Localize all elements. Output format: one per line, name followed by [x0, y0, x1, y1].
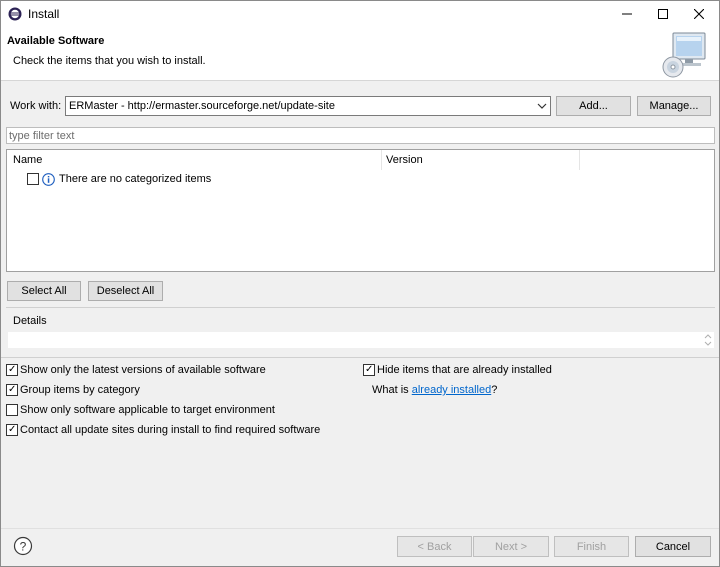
latest-versions-label: Show only the latest versions of availab…	[20, 364, 266, 376]
title-bar: Install	[1, 1, 719, 27]
contact-sites-label: Contact all update sites during install …	[20, 424, 321, 436]
checkmark-icon: ✓	[8, 424, 17, 435]
filter-input[interactable]: type filter text	[6, 127, 715, 144]
group-by-category-checkbox[interactable]: ✓	[6, 384, 18, 396]
details-group: Details	[6, 307, 715, 357]
checkmark-icon: ✓	[365, 364, 374, 375]
already-installed-link[interactable]: already installed	[412, 384, 492, 396]
checkmark-icon: ✓	[8, 384, 17, 395]
latest-versions-checkbox[interactable]: ✓	[6, 364, 18, 376]
target-env-label: Show only software applicable to target …	[20, 404, 275, 416]
tree-row-label: There are no categorized items	[59, 173, 212, 185]
column-header-version[interactable]: Version	[386, 154, 423, 166]
what-is-prefix: What is	[372, 384, 412, 396]
wizard-header: Available Software Check the items that …	[1, 27, 719, 81]
hide-installed-checkbox[interactable]: ✓	[363, 364, 375, 376]
details-text-area[interactable]	[8, 332, 714, 348]
add-site-button[interactable]: Add...	[556, 96, 631, 116]
maximize-button[interactable]	[645, 1, 681, 27]
next-button[interactable]: Next >	[473, 536, 549, 557]
scroll-arrows-icon	[704, 334, 712, 346]
column-header-name[interactable]: Name	[13, 154, 42, 166]
column-divider	[579, 150, 580, 170]
group-by-category-label: Group items by category	[20, 384, 140, 396]
minimize-button[interactable]	[609, 1, 645, 27]
select-all-button[interactable]: Select All	[7, 281, 81, 301]
target-env-option[interactable]: Show only software applicable to target …	[6, 404, 275, 416]
minimize-icon	[622, 13, 632, 15]
what-is-installed: What is already installed?	[372, 384, 497, 396]
details-label: Details	[13, 315, 47, 327]
work-with-value: ERMaster - http://ermaster.sourceforge.n…	[69, 100, 335, 112]
contact-sites-option[interactable]: ✓ Contact all update sites during instal…	[6, 424, 320, 436]
page-description: Check the items that you wish to install…	[13, 55, 206, 67]
checkmark-icon: ✓	[8, 364, 17, 375]
target-env-checkbox[interactable]	[6, 404, 18, 416]
software-tree[interactable]: Name Version There are no categorized it…	[6, 149, 715, 272]
hide-installed-label: Hide items that are already installed	[377, 364, 552, 376]
deselect-all-button[interactable]: Deselect All	[88, 281, 163, 301]
tree-row[interactable]: There are no categorized items	[27, 171, 211, 187]
help-icon[interactable]: ?	[13, 536, 33, 556]
footer-divider	[1, 528, 719, 529]
back-button[interactable]: < Back	[397, 536, 472, 557]
tree-row-checkbox[interactable]	[27, 173, 39, 185]
contact-sites-checkbox[interactable]: ✓	[6, 424, 18, 436]
info-icon	[42, 172, 55, 186]
svg-text:?: ?	[20, 540, 27, 554]
finish-button[interactable]: Finish	[554, 536, 629, 557]
latest-versions-option[interactable]: ✓ Show only the latest versions of avail…	[6, 364, 266, 376]
hide-installed-option[interactable]: ✓ Hide items that are already installed	[363, 364, 552, 376]
eclipse-icon	[8, 7, 22, 21]
install-dialog: Install Available Software Check the ite…	[0, 0, 720, 567]
chevron-down-icon[interactable]	[537, 101, 547, 111]
maximize-icon	[658, 9, 668, 19]
work-with-combo[interactable]: ERMaster - http://ermaster.sourceforge.n…	[65, 96, 551, 116]
divider	[1, 357, 719, 358]
manage-sites-button[interactable]: Manage...	[637, 96, 711, 116]
details-scrollbar[interactable]	[702, 332, 714, 348]
close-icon	[694, 9, 704, 19]
page-title: Available Software	[7, 35, 105, 47]
what-is-suffix: ?	[491, 384, 498, 396]
filter-placeholder: type filter text	[9, 130, 75, 142]
install-software-banner-icon	[662, 32, 706, 78]
work-with-label: Work with:	[10, 100, 62, 112]
group-by-category-option[interactable]: ✓ Group items by category	[6, 384, 140, 396]
window-title: Install	[28, 7, 60, 21]
column-divider	[381, 150, 382, 170]
close-button[interactable]	[681, 1, 717, 27]
cancel-button[interactable]: Cancel	[635, 536, 711, 557]
